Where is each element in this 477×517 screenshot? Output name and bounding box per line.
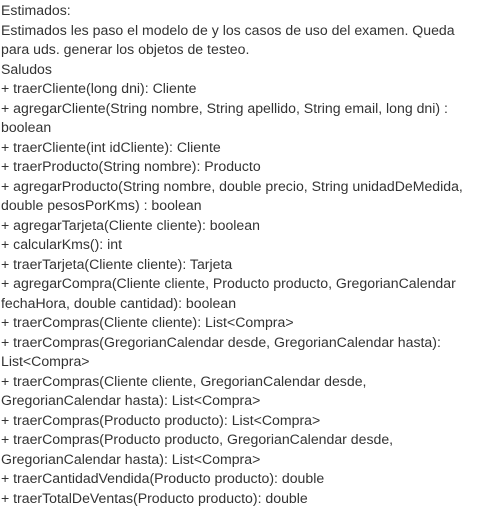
method-item: + traerCliente(int idCliente): Cliente xyxy=(1,138,221,155)
method-item: + agregarTarjeta(Cliente cliente): boole… xyxy=(1,216,260,233)
method-item: + traerTotalDeVentas(Producto producto):… xyxy=(1,489,308,506)
method-item: + traerCompras(GregorianCalendar desde, … xyxy=(1,333,441,370)
message-post: Estimados: Estimados les paso el modelo … xyxy=(1,1,475,508)
message-intro: Estimados: Estimados les paso el modelo … xyxy=(1,1,475,79)
signoff-text: Saludos xyxy=(1,60,52,77)
method-item: + traerCliente(long dni): Cliente xyxy=(1,80,197,96)
method-item: + traerCompras(Cliente cliente): List<Co… xyxy=(1,314,294,330)
method-item: + traerCompras(Cliente cliente, Gregoria… xyxy=(1,372,367,409)
method-item: + agregarProducto(String nombre, double … xyxy=(1,177,463,214)
method-item: + calcularKms(): int xyxy=(1,236,123,252)
body-text-line-1: Estimados les paso el modelo de y los ca… xyxy=(1,21,455,38)
greeting-text: Estimados: xyxy=(1,2,71,18)
method-item: + agregarCompra(Cliente cliente, Product… xyxy=(1,275,456,311)
method-item: + traerProducto(String nombre): Producto xyxy=(1,158,261,174)
method-item: + traerCantidadVendida(Producto producto… xyxy=(1,470,325,486)
method-item: + agregarCliente(String nombre, String a… xyxy=(1,99,448,136)
method-list: + traerCliente(long dni): Cliente + agre… xyxy=(1,79,475,508)
method-item: + traerCompras(Producto producto): List<… xyxy=(1,411,321,428)
method-item: + traerTarjeta(Cliente cliente): Tarjeta xyxy=(1,255,233,272)
body-text-line-2: para uds. generar los objetos de testeo. xyxy=(1,41,250,57)
method-item: + traerCompras(Producto producto, Gregor… xyxy=(1,431,394,467)
